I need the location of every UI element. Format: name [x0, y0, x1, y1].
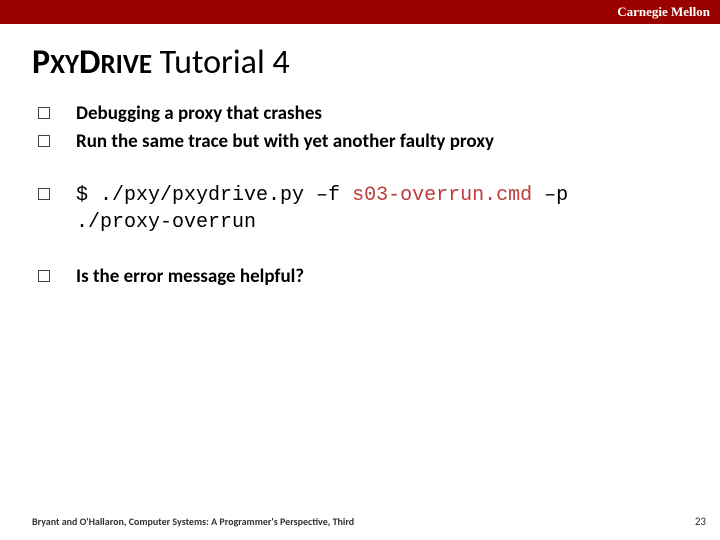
square-bullet-icon	[38, 135, 50, 147]
university-name: Carnegie Mellon	[617, 4, 710, 19]
content-area: Debugging a proxy that crashes Run the s…	[38, 101, 690, 290]
square-bullet-icon	[38, 270, 50, 282]
bullet-item: Debugging a proxy that crashes	[38, 101, 690, 127]
header-bar: Carnegie Mellon	[0, 0, 720, 24]
bullet-text: Run the same trace but with yet another …	[76, 129, 494, 155]
bullet-item: $ ./pxy/pxydrive.py –f s03-overrun.cmd –…	[38, 182, 690, 236]
bullet-item: Run the same trace but with yet another …	[38, 129, 690, 155]
slide-title: PXYDRIVE Tutorial 4	[32, 42, 720, 83]
bullet-text: Is the error message helpful?	[76, 264, 304, 290]
bullet-text: Debugging a proxy that crashes	[76, 101, 322, 127]
square-bullet-icon	[38, 188, 50, 200]
bullet-item: Is the error message helpful?	[38, 264, 690, 290]
square-bullet-icon	[38, 107, 50, 119]
page-number: 23	[695, 515, 706, 528]
footer-citation: Bryant and O'Hallaron, Computer Systems:…	[32, 515, 354, 528]
command-text: $ ./pxy/pxydrive.py –f s03-overrun.cmd –…	[76, 182, 636, 236]
